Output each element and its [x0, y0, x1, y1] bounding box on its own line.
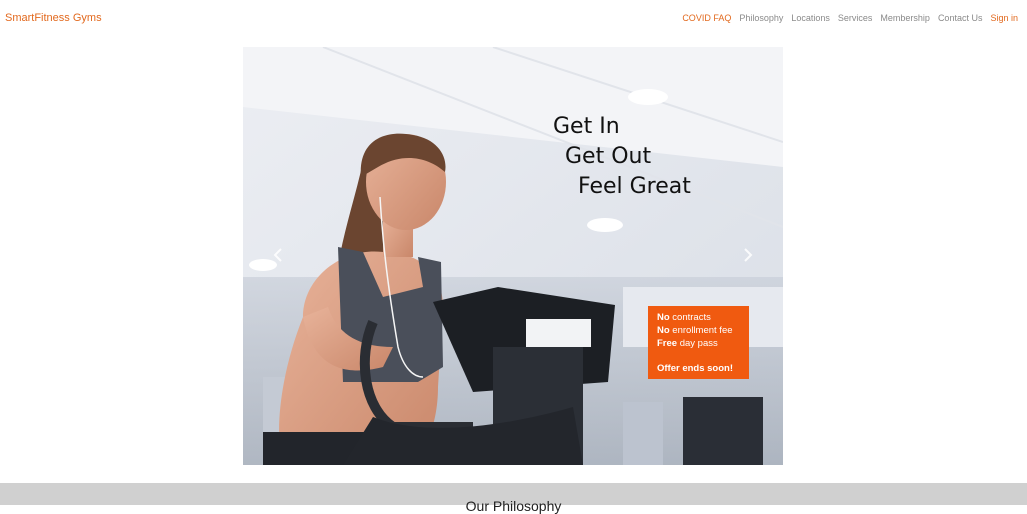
carousel-next[interactable]	[737, 245, 757, 265]
nav-covid-faq[interactable]: COVID FAQ	[678, 13, 735, 23]
offer-line: Free day pass	[657, 338, 718, 349]
offer-box: No contracts No enrollment fee Free day …	[648, 306, 749, 379]
tagline-line: Get Out	[565, 144, 652, 169]
hero-carousel: Get In Get Out Feel Great No contracts N…	[243, 47, 783, 465]
offer-line: No enrollment fee	[657, 325, 733, 336]
hero-image	[243, 47, 783, 465]
nav-locations[interactable]: Locations	[787, 13, 834, 23]
navbar: SmartFitness Gyms COVID FAQ Philosophy L…	[0, 0, 1027, 38]
section-title: Our Philosophy	[465, 498, 562, 514]
hero-tagline: Get In Get Out Feel Great	[553, 112, 691, 202]
chevron-left-icon	[273, 248, 282, 262]
tagline-line: Feel Great	[578, 174, 691, 199]
nav-links: COVID FAQ Philosophy Locations Services …	[678, 13, 1022, 23]
offer-ends: Offer ends soon!	[657, 363, 734, 374]
brand-link[interactable]: SmartFitness Gyms	[5, 12, 102, 24]
nav-philosophy[interactable]: Philosophy	[735, 13, 787, 23]
nav-contact-us[interactable]: Contact Us	[934, 13, 987, 23]
tagline-line: Get In	[553, 114, 620, 139]
nav-services[interactable]: Services	[834, 13, 877, 23]
offer-line: No contracts	[657, 312, 711, 323]
chevron-right-icon	[744, 248, 753, 262]
philosophy-section: Our Philosophy	[0, 483, 1027, 514]
carousel-prev[interactable]	[269, 245, 289, 265]
nav-sign-in[interactable]: Sign in	[986, 13, 1022, 23]
nav-membership[interactable]: Membership	[876, 13, 934, 23]
